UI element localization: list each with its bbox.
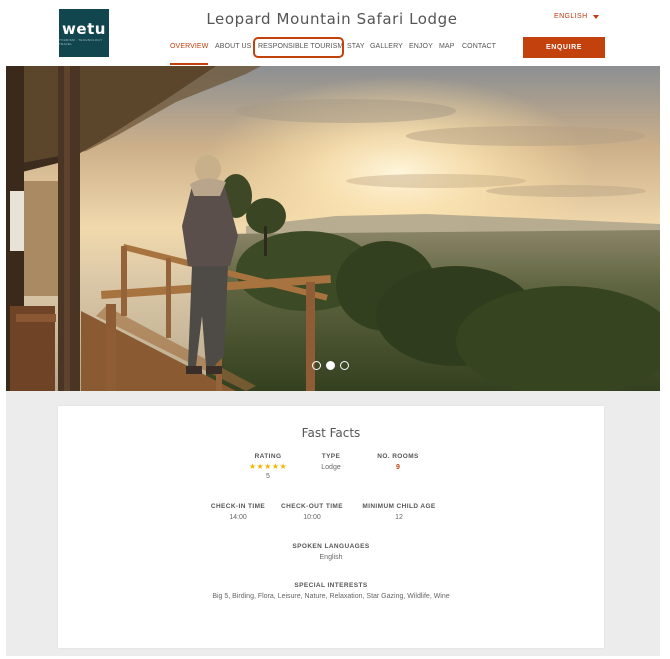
type-value: Lodge: [321, 464, 341, 471]
nav-item-about-us[interactable]: ABOUT US: [215, 42, 251, 62]
fact-type: TYPE Lodge: [311, 453, 351, 471]
rooms-value: 9: [396, 464, 400, 471]
rooms-label: NO. ROOMS: [377, 453, 419, 460]
carousel-dots: [312, 361, 349, 370]
enquire-button[interactable]: ENQUIRE: [523, 37, 605, 58]
type-label: TYPE: [321, 453, 341, 460]
fact-min-child-age: MINIMUM CHILD AGE 12: [354, 503, 444, 521]
nav-item-stay[interactable]: STAY: [347, 42, 365, 62]
responsible-tourism-highlight: [253, 37, 344, 58]
fact-languages: SPOKEN LANGUAGES English: [58, 543, 604, 561]
logo-tagline: TOURISM · TECHNOLOGY · TRAVEL: [59, 37, 105, 46]
caret-down-icon: [592, 14, 599, 19]
language-selector[interactable]: ENGLISH: [554, 13, 599, 20]
min-child-age-label: MINIMUM CHILD AGE: [362, 503, 436, 510]
nav-item-overview[interactable]: OVERVIEW: [170, 42, 209, 65]
page-frame: wetu TOURISM · TECHNOLOGY · TRAVEL Leopa…: [6, 4, 660, 656]
languages-value: English: [319, 554, 343, 561]
min-child-age-value: 12: [395, 514, 403, 521]
rating-value: 5: [266, 473, 270, 480]
fast-facts-section: Fast Facts RATING ★★★★★ 5 TYPE Lodge NO.…: [6, 391, 660, 656]
fact-rooms: NO. ROOMS 9: [368, 453, 428, 471]
rating-label: RATING: [254, 453, 282, 460]
check-out-value: 10:00: [303, 514, 321, 521]
check-in-label: CHECK-IN TIME: [210, 503, 266, 510]
languages-label: SPOKEN LANGUAGES: [292, 543, 370, 550]
language-label: ENGLISH: [554, 13, 588, 20]
site-header: wetu TOURISM · TECHNOLOGY · TRAVEL Leopa…: [6, 4, 660, 66]
fact-check-out: CHECK-OUT TIME 10:00: [277, 503, 347, 521]
carousel-dot-2[interactable]: [326, 361, 335, 370]
check-out-label: CHECK-OUT TIME: [281, 503, 343, 510]
nav-item-contact[interactable]: CONTACT: [462, 42, 496, 62]
nav-item-gallery[interactable]: GALLERY: [370, 42, 403, 62]
fast-facts-card: Fast Facts RATING ★★★★★ 5 TYPE Lodge NO.…: [58, 406, 604, 648]
fast-facts-title: Fast Facts: [301, 426, 361, 440]
wetu-logo[interactable]: wetu TOURISM · TECHNOLOGY · TRAVEL: [59, 9, 109, 57]
check-in-value: 14:00: [229, 514, 247, 521]
fact-check-in: CHECK-IN TIME 14:00: [206, 503, 270, 521]
hero-carousel[interactable]: [6, 66, 660, 391]
logo-word: wetu: [62, 19, 106, 38]
hero-image: [6, 66, 660, 391]
carousel-dot-1[interactable]: [312, 361, 321, 370]
fact-rating: RATING ★★★★★ 5: [243, 453, 293, 480]
site-title: Leopard Mountain Safari Lodge: [206, 10, 458, 28]
nav-item-map[interactable]: MAP: [439, 42, 454, 62]
carousel-dot-3[interactable]: [340, 361, 349, 370]
nav-item-enjoy[interactable]: ENJOY: [409, 42, 433, 62]
fact-interests: SPECIAL INTERESTS Big 5, Birding, Flora,…: [58, 582, 604, 600]
rating-stars-icon: ★★★★★: [248, 462, 288, 471]
interests-value: Big 5, Birding, Flora, Leisure, Nature, …: [212, 593, 450, 600]
interests-label: SPECIAL INTERESTS: [294, 582, 368, 589]
